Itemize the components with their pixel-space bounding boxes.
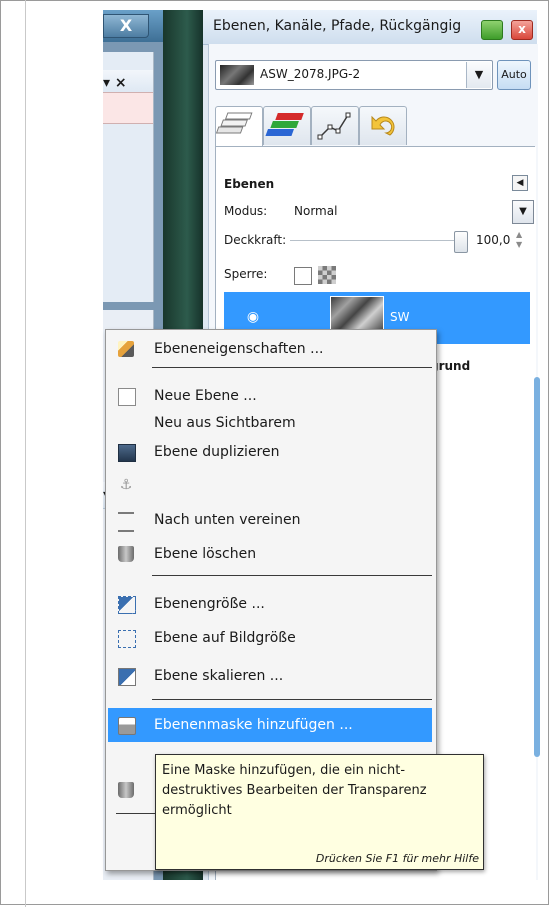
menu-item-new-from-visible[interactable]: Neu aus Sichtbarem — [108, 408, 432, 438]
lock-pixels-checkbox[interactable] — [294, 267, 312, 285]
menu-item-scale-layer[interactable]: Ebene skalieren ... — [108, 661, 432, 691]
tooltip-line: destruktives Bearbeiten der Transparenz — [162, 783, 427, 798]
opacity-label: Deckkraft: — [224, 233, 287, 247]
trash-icon — [118, 546, 134, 562]
menu-item-label: Ebene skalieren ... — [154, 668, 284, 684]
toolbox-panel-row[interactable] — [103, 92, 153, 124]
menu-item-merge-down[interactable]: Nach unten vereinen — [108, 505, 432, 535]
paths-icon — [317, 112, 351, 140]
menu-item-label: Ebenenmaske hinzufügen ... — [154, 717, 353, 733]
chevron-down-icon[interactable]: ▼ — [466, 62, 491, 88]
scale-icon — [118, 668, 136, 686]
tab-undo[interactable] — [359, 106, 407, 145]
image-selector[interactable]: ASW_2078.JPG-2 ▼ — [215, 60, 493, 90]
tooltip: Eine Maske hinzufügen, die ein nicht- de… — [155, 754, 484, 870]
menu-separator — [152, 367, 432, 368]
image-selector-value: ASW_2078.JPG-2 — [260, 67, 361, 81]
tab-channels[interactable] — [263, 106, 311, 145]
menu-separator — [152, 699, 432, 700]
layer-size-icon — [118, 596, 136, 614]
mode-label: Modus: — [224, 204, 268, 218]
menu-item-label: Ebene duplizieren — [154, 444, 280, 460]
tooltip-hint: Drücken Sie F1 für mehr Hilfe — [315, 852, 479, 865]
menu-item-label: Ebenengröße ... — [154, 596, 265, 612]
menu-item-anchor-layer[interactable]: ⚓ — [108, 470, 432, 500]
tooltip-line: ermöglicht — [162, 803, 232, 818]
menu-item-delete-layer[interactable]: Ebene löschen — [108, 539, 432, 569]
tooltip-text: Eine Maske hinzufügen, die ein nicht- de… — [162, 761, 482, 821]
layers-scrollbar[interactable] — [534, 377, 540, 757]
anchor-icon: ⚓ — [119, 477, 133, 493]
menu-item-add-layer-mask[interactable]: Ebenenmaske hinzufügen ... — [108, 708, 432, 742]
fit-image-icon — [118, 630, 136, 648]
menu-item-layer-to-image-size[interactable]: Ebene auf Bildgröße — [108, 623, 432, 653]
image-thumbnail — [220, 65, 254, 85]
layer-name: SW — [390, 310, 410, 324]
dock-pin-button[interactable] — [481, 20, 503, 40]
undo-icon — [371, 115, 395, 136]
menu-item-label: Nach unten vereinen — [154, 512, 301, 528]
opacity-slider-track[interactable] — [290, 240, 460, 241]
mode-dropdown-button[interactable]: ▼ — [512, 200, 534, 224]
tab-paths[interactable] — [311, 106, 359, 145]
menu-item-new-layer[interactable]: Neue Ebene ... — [108, 381, 432, 411]
tab-layers[interactable] — [215, 106, 263, 147]
opacity-slider-handle[interactable] — [454, 231, 468, 253]
dock-title: Ebenen, Kanäle, Pfade, Rückgängig — [213, 18, 462, 34]
toolbox-panel-top: ▾ × — [103, 52, 154, 302]
dock-titlebar: Ebenen, Kanäle, Pfade, Rückgängig x — [203, 10, 537, 45]
channels-icon — [265, 113, 304, 136]
menu-item-label: Neue Ebene ... — [154, 388, 257, 404]
image-window-close-button[interactable]: X — [103, 14, 149, 38]
opacity-spinner[interactable]: ▲ ▼ — [516, 230, 526, 252]
menu-item-label: Ebeneneigenschaften ... — [154, 341, 324, 357]
menu-item-duplicate-layer[interactable]: Ebene duplizieren — [108, 437, 432, 467]
lock-alpha-icon[interactable] — [318, 266, 336, 284]
lock-label: Sperre: — [224, 267, 268, 281]
trash-icon — [118, 782, 134, 798]
menu-item-layer-boundary-size[interactable]: Ebenengröße ... — [108, 589, 432, 619]
menu-separator — [152, 575, 432, 576]
dock-close-button[interactable]: x — [511, 20, 533, 40]
eye-icon[interactable]: ◉ — [242, 306, 264, 328]
layers-icon — [215, 112, 253, 134]
menu-item-label: Ebene auf Bildgröße — [154, 630, 296, 646]
pencil-icon — [118, 341, 134, 357]
layers-panel-title: Ebenen — [224, 177, 275, 191]
mask-icon — [118, 717, 136, 735]
merge-down-icon — [118, 512, 134, 532]
panel-menu-icon[interactable]: ◀ — [512, 175, 528, 191]
mode-value[interactable]: Normal — [294, 204, 337, 218]
duplicate-icon — [118, 444, 136, 462]
tooltip-line: Eine Maske hinzufügen, die ein nicht- — [162, 763, 406, 778]
menu-item-layer-properties[interactable]: Ebeneneigenschaften ... — [108, 334, 432, 364]
menu-item-label: Ebene löschen — [154, 546, 257, 562]
opacity-value[interactable]: 100,0 — [476, 233, 510, 247]
page-icon — [118, 388, 136, 406]
frame-divider — [25, 0, 26, 907]
auto-button[interactable]: Auto — [497, 60, 531, 90]
menu-item-label: Neu aus Sichtbarem — [154, 415, 296, 431]
menu-separator — [116, 813, 156, 814]
